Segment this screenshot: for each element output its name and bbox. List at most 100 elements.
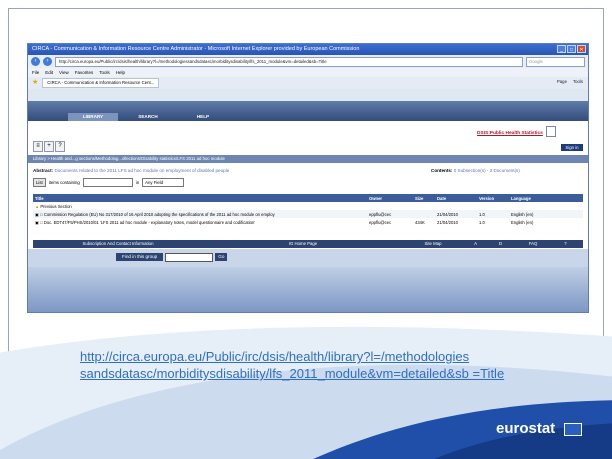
row-title-cell[interactable]: ▣ □ Commission Regulation (EU) No 317/20… [33, 210, 367, 218]
row-date: 21/04/2010 [435, 210, 477, 218]
row-version: 1.0 [477, 210, 509, 218]
close-button[interactable]: ✕ [577, 45, 586, 53]
row-title-cell[interactable]: ▣ □ Doc. EDT47/F5/PHS/2010/01 'LFS 2011 … [33, 218, 367, 226]
row-date: 21/04/2010 [437, 219, 458, 225]
find-bar: Find in this group Go [28, 249, 588, 267]
footer-subscription-link[interactable]: Subscription And Contact Information [33, 240, 203, 248]
document-icon: ▣ □ [35, 211, 44, 217]
list-button[interactable]: List [33, 178, 46, 187]
menu-bar: File Edit View Favorites Tools Help [28, 68, 588, 77]
window-title-text: CIRCA - Communication & Information Reso… [32, 46, 360, 52]
circa-nav-bar: LIBRARY SEARCH HELP [28, 101, 588, 121]
row-version: 1.0 [479, 219, 485, 225]
tab-library[interactable]: LIBRARY [68, 113, 118, 121]
footer-faq-link[interactable]: FAQ [513, 240, 553, 248]
footer-links: Subscription And Contact Information IG … [33, 240, 583, 248]
window-controls: _ □ ✕ [557, 45, 586, 53]
search-input[interactable]: Google [526, 56, 585, 67]
menu-edit[interactable]: Edit [45, 68, 53, 77]
menu-tools[interactable]: Tools [99, 68, 110, 77]
add-icon[interactable]: + [44, 141, 54, 152]
favorites-star-icon[interactable]: ★ [32, 79, 38, 87]
menu-favorites[interactable]: Favorites [75, 68, 94, 77]
row-size: 434K [415, 219, 425, 225]
menu-file[interactable]: File [32, 68, 39, 77]
col-language[interactable]: Language [509, 194, 583, 202]
footer-a-link[interactable]: A [463, 240, 488, 248]
col-version[interactable]: Version [477, 194, 509, 202]
previous-section-link[interactable]: ▲ Previous Section [33, 202, 367, 210]
col-owner[interactable]: Owner [367, 194, 413, 202]
table-header: Title Owner Size Date Version Language [33, 194, 583, 202]
window-title: CIRCA - Communication & Information Reso… [28, 44, 588, 55]
eu-flag-icon [564, 423, 582, 436]
browser-tab[interactable]: CIRCA - Communication & Information Reso… [42, 78, 160, 88]
help-icon[interactable] [546, 126, 556, 137]
footer-site-map-link[interactable]: Site Map [403, 240, 463, 248]
abstract-text: Documents related to the 2011 LFS ad hoc… [54, 168, 230, 173]
row-version [477, 202, 509, 210]
breadcrumb: Library > Health and...g sections/Method… [28, 155, 588, 163]
list-icon[interactable]: ≡ [33, 141, 43, 152]
row-language [509, 202, 583, 210]
contents-label: Contents: [431, 168, 453, 173]
document-icon: ▣ □ [35, 219, 44, 225]
sign-in-button[interactable]: Sign in [561, 144, 583, 151]
contents-summary: Contents: 0 Subsection(s) - 2 Document(s… [431, 168, 520, 173]
row-language: English (en) [509, 210, 583, 218]
eurostat-logo: eurostat [496, 420, 556, 437]
circa-url-link[interactable]: http://circa.europa.eu/Public/irc/dsis/h… [80, 348, 580, 382]
address-row: ‹ › http://circa.europa.eu/Public/irc/ds… [28, 55, 588, 68]
find-label: Find in this group [116, 253, 164, 261]
menu-help[interactable]: Help [116, 68, 125, 77]
menu-view[interactable]: View [59, 68, 69, 77]
filter-input[interactable] [82, 178, 133, 187]
in-label: in [135, 180, 140, 185]
question-icon[interactable]: ? [55, 141, 65, 152]
row-owner: eppflu@cec [367, 210, 413, 218]
footer-d-link[interactable]: D [488, 240, 513, 248]
minimize-button[interactable]: _ [557, 45, 566, 53]
row-title[interactable]: Previous Section [40, 204, 71, 209]
browser-window: CIRCA - Communication & Information Reso… [27, 43, 589, 313]
tools-menu[interactable]: Tools [573, 79, 583, 84]
contents-text[interactable]: 0 Subsection(s) - 2 Document(s) [454, 168, 520, 173]
table-row: ▣ □ Doc. EDT47/F5/PHS/2010/01 'LFS 2011 … [33, 218, 583, 226]
col-date[interactable]: Date [435, 194, 477, 202]
row-date [435, 202, 477, 210]
page-menu[interactable]: Page [557, 79, 567, 84]
col-title[interactable]: Title [33, 194, 367, 202]
web-page: LIBRARY SEARCH HELP DSIS:Public Health S… [28, 89, 588, 312]
back-icon[interactable]: ‹ [31, 57, 40, 66]
tab-help[interactable]: HELP [178, 113, 228, 121]
group-link[interactable]: DSIS:Public Health Statistics [477, 131, 543, 136]
forward-icon[interactable]: › [43, 57, 52, 66]
documents-table: Title Owner Size Date Version Language ▲… [33, 194, 583, 226]
footer-help-link[interactable]: ? [553, 240, 578, 248]
command-bar: Page Tools [557, 79, 583, 84]
abstract-label: Abstract: [33, 168, 54, 173]
page-footer-band [28, 267, 588, 312]
toolbar-icons: ≡ + ? [33, 141, 65, 152]
tab-search[interactable]: SEARCH [123, 113, 173, 121]
maximize-button[interactable]: □ [567, 45, 576, 53]
items-containing-label: items containing [48, 180, 80, 185]
field-select[interactable]: Any Field [142, 178, 185, 187]
row-owner [367, 202, 413, 210]
table-row: ▣ □ Commission Regulation (EU) No 317/20… [33, 210, 583, 218]
abstract: Abstract: Documents related to the 2011 … [33, 168, 229, 173]
footer-ig-home-link[interactable]: IG Home Page [203, 240, 403, 248]
row-size [413, 210, 435, 218]
row-size [413, 202, 435, 210]
table-row: ▲ Previous Section [33, 202, 583, 210]
col-size[interactable]: Size [413, 194, 435, 202]
go-button[interactable]: Go [215, 253, 228, 261]
row-owner: eppflu@cec [369, 219, 392, 225]
row-language: English (en) [511, 219, 534, 225]
filter-row: List items containing in Any Field [33, 178, 185, 187]
find-input[interactable] [165, 253, 214, 262]
row-title[interactable]: Doc. EDT47/F5/PHS/2010/01 'LFS 2011 ad h… [44, 220, 255, 225]
row-title[interactable]: Commission Regulation (EU) No 317/2010 o… [44, 212, 275, 217]
page-top-band [28, 89, 588, 101]
address-bar[interactable]: http://circa.europa.eu/Public/irc/dsis/h… [55, 56, 523, 67]
